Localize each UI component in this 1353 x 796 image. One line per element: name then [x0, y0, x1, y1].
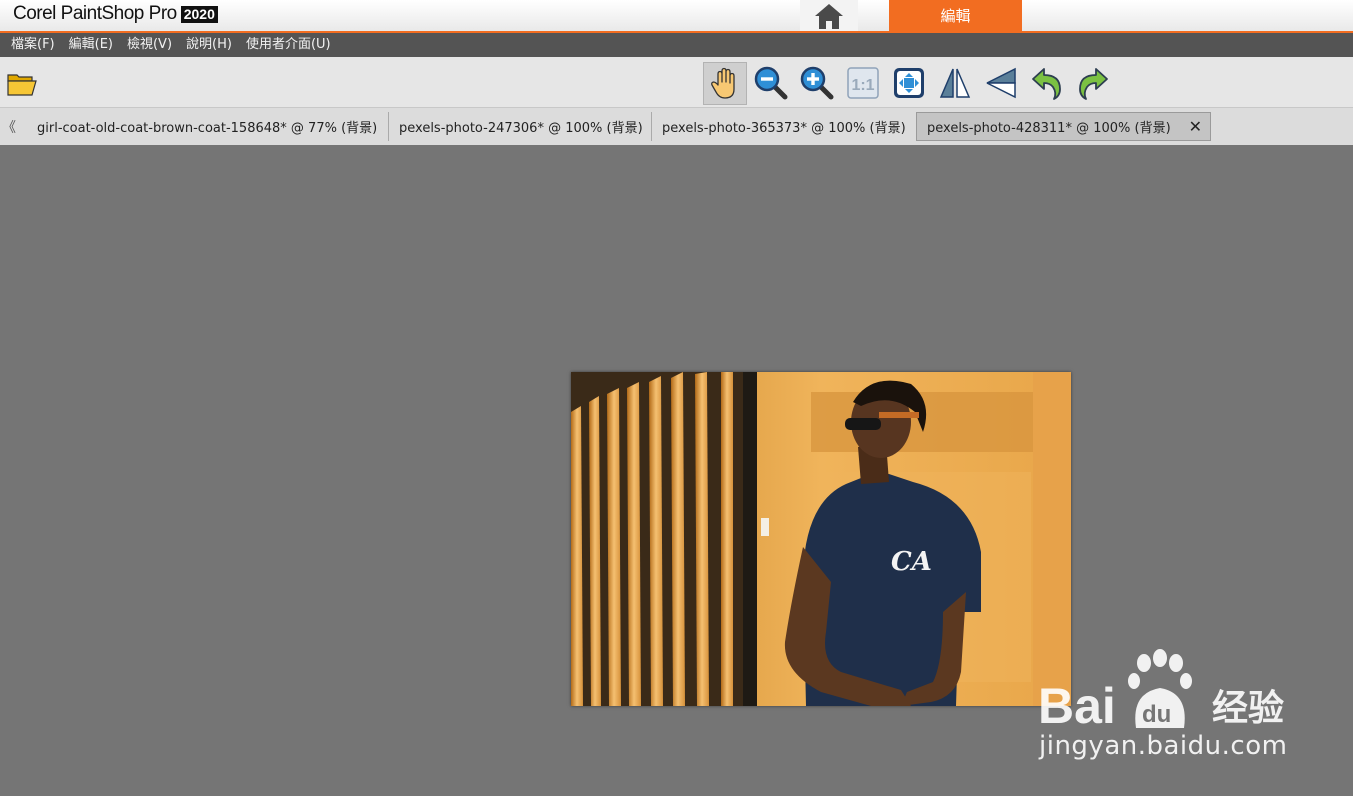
- menu-file[interactable]: 檔案(F): [4, 33, 62, 57]
- document-tab-label: pexels-photo-247306* @ 100% (背景): [399, 121, 643, 136]
- title-bar: Corel PaintShop Pro 2020 編輯: [0, 0, 1353, 33]
- zoom-in-button[interactable]: [797, 63, 837, 103]
- edit-workspace-tab[interactable]: 編輯: [889, 0, 1022, 31]
- app-brand: Corel PaintShop Pro: [13, 3, 177, 24]
- flip-horizontal-icon: [939, 68, 971, 98]
- actual-size-icon: 1:1: [847, 67, 879, 99]
- document-tab-active[interactable]: pexels-photo-428311* @ 100% (背景) ✕: [916, 112, 1211, 141]
- document-tab-label: pexels-photo-365373* @ 100% (背景): [662, 121, 906, 136]
- menu-bar: 檔案(F) 編輯(E) 檢視(V) 說明(H) 使用者介面(U): [0, 33, 1353, 57]
- menu-edit[interactable]: 編輯(E): [62, 33, 120, 57]
- menu-view[interactable]: 檢視(V): [120, 33, 179, 57]
- pan-hand-icon: [711, 67, 735, 99]
- toolbar: 1:1: [0, 57, 1353, 108]
- actual-size-label: 1:1: [851, 77, 874, 94]
- home-icon: [815, 3, 843, 29]
- undo-button[interactable]: [1027, 63, 1067, 103]
- document-tab-strip: 《 girl-coat-old-coat-brown-coat-158648* …: [0, 108, 1353, 145]
- watermark-bai-text: Bai: [1038, 678, 1116, 733]
- fit-window-icon: [894, 68, 924, 98]
- actual-size-button[interactable]: 1:1: [843, 63, 883, 103]
- document-tab[interactable]: girl-coat-old-coat-brown-coat-158648* @ …: [26, 112, 389, 141]
- watermark-du-text: du: [1142, 701, 1171, 728]
- document-tab[interactable]: pexels-photo-247306* @ 100% (背景): [389, 112, 652, 141]
- shirt-logo-text: CA: [891, 547, 932, 577]
- flip-vertical-button[interactable]: [981, 63, 1021, 103]
- redo-icon: [1079, 68, 1108, 100]
- tab-scroll-left-button[interactable]: 《: [2, 117, 16, 137]
- document-tab[interactable]: pexels-photo-365373* @ 100% (背景): [652, 112, 914, 141]
- baidu-paw-logo: Bai 经验 du: [1038, 649, 1284, 734]
- document-tab-label: girl-coat-old-coat-brown-coat-158648* @ …: [37, 121, 378, 136]
- zoom-out-icon: [754, 66, 788, 100]
- redo-button[interactable]: [1073, 63, 1113, 103]
- watermark-url: jingyan.baidu.com: [1039, 731, 1288, 761]
- zoom-out-button[interactable]: [751, 63, 791, 103]
- pan-tool-button[interactable]: [703, 62, 747, 105]
- photo-illustration: CA: [571, 372, 1071, 706]
- flip-horizontal-button[interactable]: [935, 63, 975, 103]
- open-button[interactable]: [2, 63, 42, 103]
- app-year-badge: 2020: [180, 5, 218, 23]
- app-logo: Corel PaintShop Pro 2020: [13, 2, 218, 26]
- menu-help[interactable]: 說明(H): [179, 33, 239, 57]
- close-tab-icon[interactable]: ✕: [1189, 117, 1202, 136]
- document-image[interactable]: CA: [571, 372, 1071, 706]
- document-tab-label: pexels-photo-428311* @ 100% (背景): [927, 121, 1171, 136]
- flip-vertical-icon: [986, 67, 1016, 99]
- fit-window-button[interactable]: [889, 63, 929, 103]
- open-folder-icon: [7, 74, 37, 96]
- zoom-in-icon: [800, 66, 834, 100]
- watermark-cn-text: 经验: [1212, 688, 1284, 729]
- undo-icon: [1032, 68, 1061, 100]
- menu-user-interface[interactable]: 使用者介面(U): [239, 33, 338, 57]
- home-tab[interactable]: [800, 0, 858, 31]
